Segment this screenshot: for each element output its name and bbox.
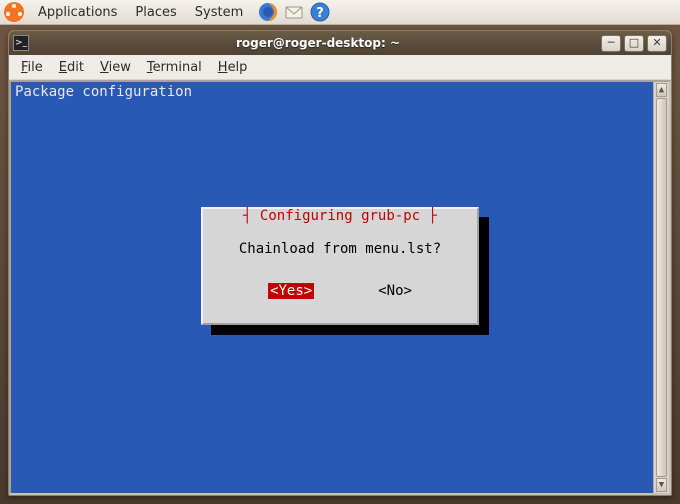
menu-view[interactable]: View bbox=[92, 57, 139, 78]
panel-menu-applications[interactable]: Applications bbox=[30, 2, 125, 23]
scrollbar-up-arrow-icon[interactable]: ▲ bbox=[656, 83, 667, 97]
menu-terminal[interactable]: Terminal bbox=[139, 57, 210, 78]
terminal-app-icon: >_ bbox=[13, 35, 29, 51]
gnome-panel: Applications Places System ? bbox=[0, 0, 680, 25]
terminal-screen[interactable]: Package configuration ┤ Configuring grub… bbox=[9, 80, 671, 495]
help-icon[interactable]: ? bbox=[309, 1, 331, 23]
dialog-prompt: Chainload from menu.lst? bbox=[203, 241, 477, 257]
terminal-window: >_ roger@roger-desktop: ~ ─ □ ✕ File Edi… bbox=[8, 30, 672, 496]
dialog-title: ┤ Configuring grub-pc ├ bbox=[203, 208, 477, 224]
window-controls: ─ □ ✕ bbox=[601, 35, 667, 52]
ubuntu-logo-icon[interactable] bbox=[4, 2, 24, 22]
grub-config-dialog: ┤ Configuring grub-pc ├ Chainload from m… bbox=[201, 207, 479, 325]
dialog-yes-button[interactable]: <Yes> bbox=[268, 283, 314, 299]
dialog-no-button[interactable]: <No> bbox=[378, 283, 412, 299]
window-titlebar[interactable]: >_ roger@roger-desktop: ~ ─ □ ✕ bbox=[9, 31, 671, 55]
dialog-buttons: <Yes> <No> bbox=[203, 283, 477, 299]
close-button[interactable]: ✕ bbox=[647, 35, 667, 52]
menu-help[interactable]: Help bbox=[210, 57, 256, 78]
terminal-header-text: Package configuration bbox=[15, 84, 665, 100]
evolution-icon[interactable] bbox=[283, 1, 305, 23]
scrollbar-down-arrow-icon[interactable]: ▼ bbox=[656, 478, 667, 492]
window-title: roger@roger-desktop: ~ bbox=[35, 36, 601, 50]
panel-menu-places[interactable]: Places bbox=[127, 2, 184, 23]
maximize-button[interactable]: □ bbox=[624, 35, 644, 52]
firefox-icon[interactable] bbox=[257, 1, 279, 23]
menu-edit[interactable]: Edit bbox=[51, 57, 92, 78]
menu-file[interactable]: File bbox=[13, 57, 51, 78]
terminal-menubar: File Edit View Terminal Help bbox=[9, 55, 671, 80]
scrollbar-thumb[interactable] bbox=[656, 98, 667, 477]
minimize-button[interactable]: ─ bbox=[601, 35, 621, 52]
panel-launchers: ? bbox=[257, 1, 331, 23]
svg-text:?: ? bbox=[316, 6, 324, 21]
panel-menu-system[interactable]: System bbox=[187, 2, 251, 23]
terminal-scrollbar[interactable]: ▲ ▼ bbox=[653, 82, 669, 493]
